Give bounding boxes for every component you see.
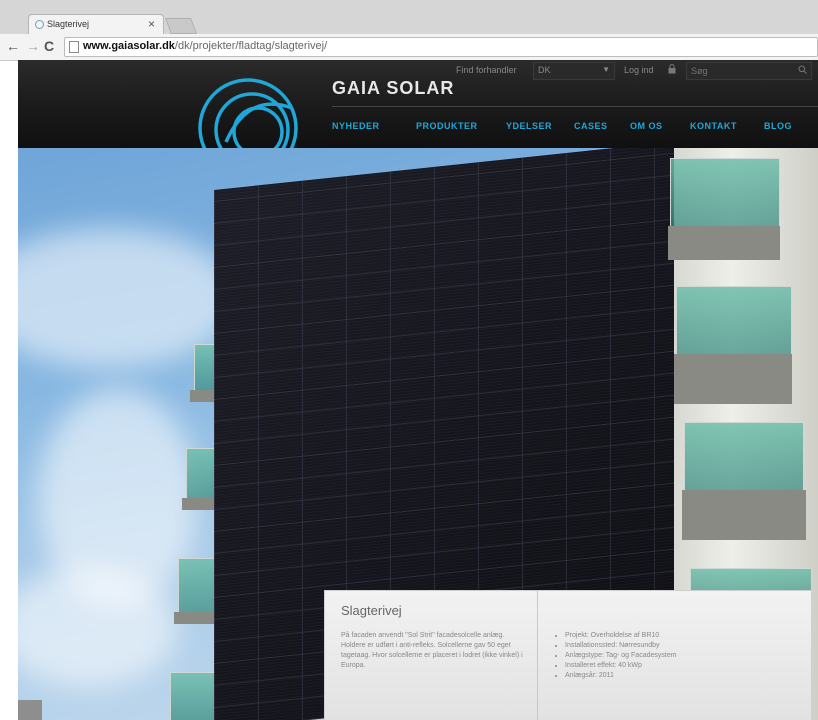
find-dealer-link[interactable]: Find forhandler xyxy=(456,65,517,75)
browser-tab[interactable]: Slagterivej × xyxy=(28,14,164,35)
balcony-slab xyxy=(668,226,780,260)
project-info-card: Slagterivej På facaden anvendt "Sol Stri… xyxy=(324,590,812,720)
search-box[interactable] xyxy=(686,62,812,80)
balcony-glass xyxy=(684,422,804,494)
card-divider xyxy=(537,591,538,720)
page-icon xyxy=(69,41,79,53)
forward-arrow-icon[interactable]: → xyxy=(26,38,40,54)
nav-item-produkter[interactable]: PRODUKTER xyxy=(416,121,478,131)
gaia-logo-icon[interactable] xyxy=(196,72,300,148)
tab-close-icon[interactable]: × xyxy=(148,17,155,31)
list-item: Anlægstype: Tag- og Facadesystem xyxy=(565,651,805,661)
site-favicon-icon xyxy=(35,20,44,29)
site-header: GAIA SOLAR Find forhandler DK ▼ Log ind … xyxy=(18,60,818,148)
url-domain: www.gaiasolar.dk xyxy=(83,40,175,52)
list-item: Installationssted: Nørresundby xyxy=(565,641,805,651)
browser-tabstrip: Slagterivej × xyxy=(0,0,818,35)
brand-name[interactable]: GAIA SOLAR xyxy=(332,78,454,99)
tab-title: Slagterivej xyxy=(47,19,90,29)
nav-divider xyxy=(332,106,818,107)
list-item: Projekt: Overholdelse af BR10 xyxy=(565,631,805,641)
language-value: DK xyxy=(538,65,551,75)
nav-item-ydelser[interactable]: YDELSER xyxy=(506,121,552,131)
project-description: På facaden anvendt "Sol Strit" facadesol… xyxy=(341,632,523,669)
new-tab-button[interactable] xyxy=(165,18,197,34)
back-arrow-icon[interactable]: ← xyxy=(6,38,20,54)
list-item: Installeret effekt: 40 kWp xyxy=(565,661,805,671)
login-link[interactable]: Log ind xyxy=(624,65,654,75)
hero-image: Slagterivej På facaden anvendt "Sol Stri… xyxy=(18,148,818,720)
project-facts: Projekt: Overholdelse af BR10 Installati… xyxy=(555,631,805,681)
browser-toolbar: ← → C www.gaiasolar.dk/dk/projekter/flad… xyxy=(0,34,818,61)
left-building xyxy=(18,700,42,720)
nav-item-om-os[interactable]: OM OS xyxy=(630,121,663,131)
address-bar[interactable]: www.gaiasolar.dk/dk/projekter/fladtag/sl… xyxy=(64,37,818,57)
language-select[interactable]: DK ▼ xyxy=(533,62,615,80)
main-nav: NYHEDER PRODUKTER YDELSER CASES OM OS KO… xyxy=(18,121,818,135)
nav-item-blog[interactable]: BLOG xyxy=(764,121,792,131)
nav-item-nyheder[interactable]: NYHEDER xyxy=(332,121,380,131)
chevron-down-icon: ▼ xyxy=(602,65,610,74)
nav-item-kontakt[interactable]: KONTAKT xyxy=(690,121,737,131)
search-input[interactable] xyxy=(691,64,791,77)
url-text: www.gaiasolar.dk/dk/projekter/fladtag/sl… xyxy=(83,40,327,52)
search-icon[interactable] xyxy=(798,65,807,74)
balcony-slab xyxy=(682,490,806,540)
balcony-glass xyxy=(676,286,792,358)
lock-icon xyxy=(668,64,676,74)
project-title: Slagterivej xyxy=(341,603,402,618)
balcony-slab xyxy=(674,354,792,404)
balcony-glass xyxy=(670,158,780,230)
list-item: Anlægsår: 2011 xyxy=(565,671,805,681)
reload-icon[interactable]: C xyxy=(44,38,54,54)
url-path: /dk/projekter/fladtag/slagterivej/ xyxy=(174,40,328,52)
nav-item-cases[interactable]: CASES xyxy=(574,121,608,131)
